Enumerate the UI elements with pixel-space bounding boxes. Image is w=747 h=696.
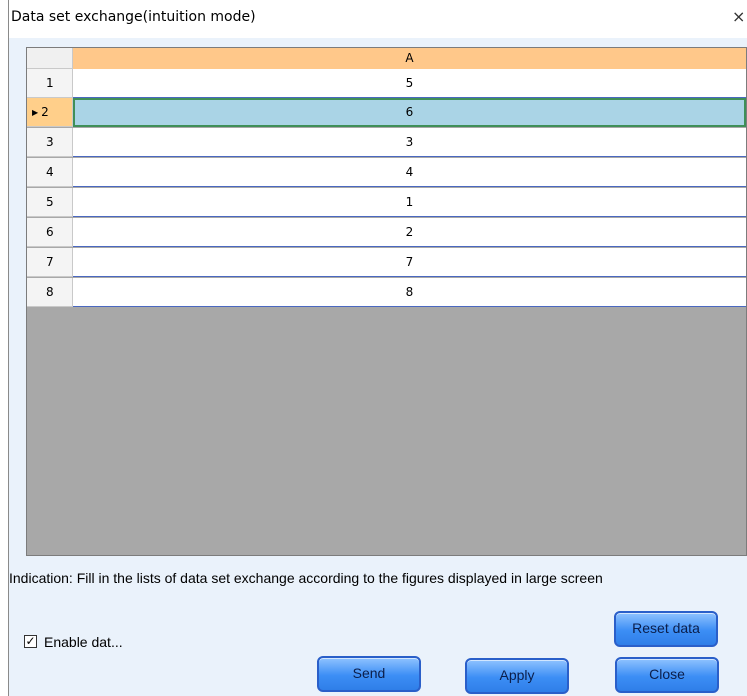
table-row[interactable]: 1 5 bbox=[27, 69, 746, 98]
table-cell[interactable]: 8 bbox=[73, 278, 746, 307]
table-cell[interactable]: 1 bbox=[73, 188, 746, 217]
window-title: Data set exchange(intuition mode) bbox=[11, 9, 256, 25]
close-button[interactable]: Close bbox=[615, 657, 719, 693]
table-cell[interactable]: 3 bbox=[73, 128, 746, 157]
indication-text: Indication: Fill in the lists of data se… bbox=[9, 570, 603, 586]
row-header-number: 2 bbox=[41, 105, 49, 119]
reset-data-button[interactable]: Reset data bbox=[614, 611, 718, 647]
title-bar: Data set exchange(intuition mode) × bbox=[9, 0, 747, 38]
row-header[interactable]: 5 bbox=[27, 188, 73, 217]
table-row-selected[interactable]: ▶ 2 6 bbox=[27, 98, 746, 127]
column-header-a[interactable]: A bbox=[73, 48, 746, 69]
corner-cell[interactable] bbox=[27, 48, 73, 69]
row-header[interactable]: 7 bbox=[27, 248, 73, 277]
row-header[interactable]: 1 bbox=[27, 69, 73, 98]
row-header[interactable]: 3 bbox=[27, 128, 73, 157]
row-header[interactable]: 4 bbox=[27, 158, 73, 187]
row-header[interactable]: 6 bbox=[27, 218, 73, 247]
current-row-arrow-icon: ▶ bbox=[32, 108, 39, 117]
send-button[interactable]: Send bbox=[317, 656, 421, 692]
table-row[interactable]: 3 3 bbox=[27, 128, 746, 157]
apply-button[interactable]: Apply bbox=[465, 658, 569, 694]
table-row[interactable]: 4 4 bbox=[27, 158, 746, 187]
table-cell[interactable]: 7 bbox=[73, 248, 746, 277]
table-row[interactable]: 7 7 bbox=[27, 248, 746, 277]
table-cell[interactable]: 5 bbox=[73, 69, 746, 98]
checkbox-checked-icon[interactable]: ✓ bbox=[24, 635, 37, 648]
dialog-window: Data set exchange(intuition mode) × A 1 … bbox=[8, 0, 747, 696]
row-header[interactable]: 8 bbox=[27, 278, 73, 307]
close-icon[interactable]: × bbox=[732, 7, 746, 26]
data-grid: A 1 5 ▶ 2 6 3 3 4 4 5 1 6 2 7 7 8 8 bbox=[26, 47, 747, 556]
table-cell-selected[interactable]: 6 bbox=[73, 98, 746, 127]
enable-label: Enable dat... bbox=[44, 634, 123, 650]
table-row[interactable]: 6 2 bbox=[27, 218, 746, 247]
table-cell[interactable]: 2 bbox=[73, 218, 746, 247]
column-header-row: A bbox=[27, 48, 746, 69]
table-cell[interactable]: 4 bbox=[73, 158, 746, 187]
row-header-current[interactable]: ▶ 2 bbox=[27, 98, 73, 127]
table-row[interactable]: 8 8 bbox=[27, 278, 746, 307]
table-row[interactable]: 5 1 bbox=[27, 188, 746, 217]
